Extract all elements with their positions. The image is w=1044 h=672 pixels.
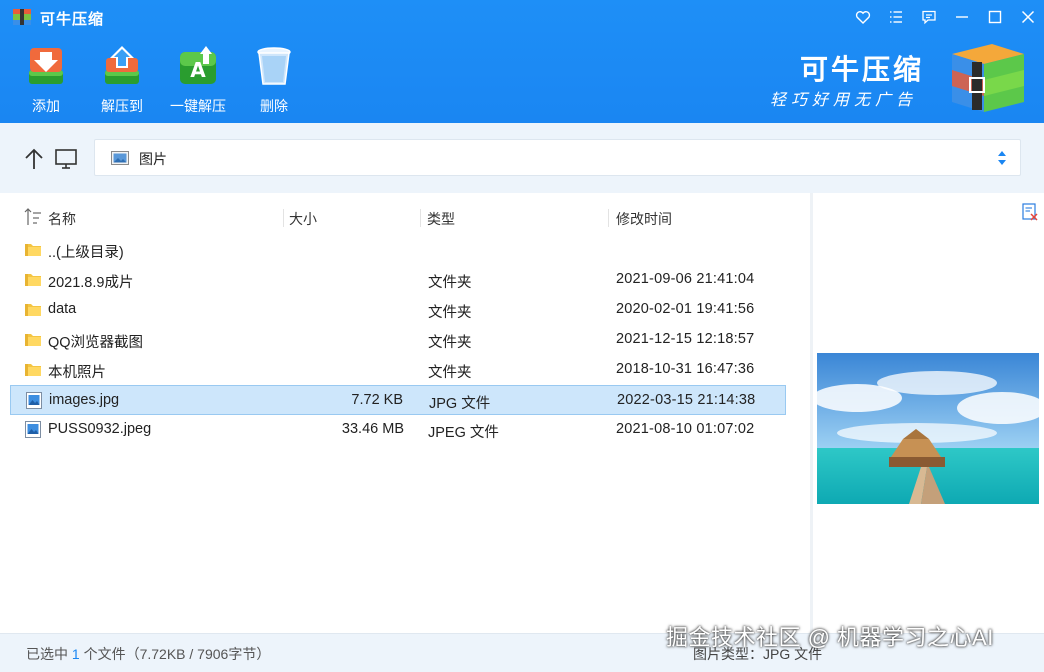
file-row[interactable]: PUSS0932.jpeg 33.46 MB JPEG 文件 2021-08-10 0… [10,415,786,445]
file-modified: 2021-09-06 21:41:04 [616,271,755,287]
minimize-button[interactable] [945,0,978,34]
file-size: 33.46 MB [341,421,404,437]
status-count: 1 [71,646,80,662]
sort-icon[interactable] [24,207,42,227]
column-header-name[interactable]: 名称 [48,209,76,229]
folder-icon [25,364,41,376]
file-type: 文件夹 [428,335,472,351]
address-path: 图片 [139,151,167,167]
file-row[interactable]: data 文件夹 2020-02-01 19:41:56 [10,295,786,325]
file-name: 2021.8.9成片 [48,275,134,291]
file-modified: 2021-12-15 12:18:57 [616,331,755,347]
file-type: 文件夹 [428,305,472,321]
status-prefix: 已选中 [26,646,68,662]
delete-label: 删除 [260,98,288,114]
column-separator[interactable] [283,209,284,227]
file-row[interactable]: images.jpg 7.72 KB JPG 文件 2022-03-15 21:14:… [10,385,786,415]
preview-image [817,353,1039,504]
file-name: QQ浏览器截图 [48,335,144,351]
app-logo-icon [13,9,31,25]
feedback-button[interactable] [912,0,945,34]
window-controls [846,0,1044,34]
file-name: PUSS0932.jpeg [48,421,152,437]
title-bar: 可牛压缩 [0,0,1044,34]
file-list: 名称 大小 类型 修改时间 ..(上级目录) 2021.8.9成片 文件夹 2021-… [0,193,810,633]
one-click-extract-button[interactable]: A 一键解压 [160,44,236,120]
file-modified: 2021-08-10 01:07:02 [616,421,755,437]
extract-to-label: 解压到 [101,98,143,114]
add-label: 添加 [32,98,60,114]
file-type: 文件夹 [428,275,472,291]
file-type: JPG 文件 [429,396,491,412]
folder-icon [25,274,41,286]
extract-to-icon [105,46,139,84]
one-click-extract-label: 一键解压 [170,98,226,114]
menu-button[interactable] [879,0,912,34]
brand-slogan: 轻巧好用无广告 [770,92,918,109]
heart-icon [855,11,870,24]
column-separator[interactable] [608,209,609,227]
folder-icon [25,334,41,346]
file-row[interactable]: QQ浏览器截图 文件夹 2021-12-15 12:18:57 [10,325,786,355]
brand-banner: 可牛压缩 轻巧好用无广告 [766,40,1036,120]
address-bar[interactable]: 图片 [94,139,1021,176]
brand-name: 可牛压缩 [800,54,925,85]
add-archive-icon [29,48,63,84]
file-name: 本机照片 [48,365,106,381]
close-icon [1021,10,1034,24]
delete-button[interactable]: 删除 [236,44,312,120]
minimize-icon [955,16,968,18]
one-click-extract-icon: A [180,46,216,84]
window-title: 可牛压缩 [40,11,105,28]
file-row[interactable]: 本机照片 文件夹 2018-10-31 16:47:36 [10,355,786,385]
navigation-bar: 图片 [0,123,1044,193]
file-modified: 2018-10-31 16:47:36 [616,361,755,377]
folder-icon [25,244,41,256]
list-icon [889,11,902,23]
image-file-icon [25,421,41,438]
file-modified: 2022-03-15 21:14:38 [617,392,756,408]
picture-folder-icon [111,151,129,165]
file-row[interactable]: 2021.8.9成片 文件夹 2021-09-06 21:41:04 [10,265,786,295]
toolbar: 添加 解压到 A 一键解压 删除 [8,44,312,120]
file-name: data [48,301,77,317]
computer-icon[interactable] [54,147,78,171]
favorite-button[interactable] [846,0,879,34]
folder-icon [25,304,41,316]
file-size: 7.72 KB [351,392,403,408]
image-file-icon [26,392,42,409]
extract-to-button[interactable]: 解压到 [84,44,160,120]
column-separator[interactable] [420,209,421,227]
column-header-size[interactable]: 大小 [289,209,317,229]
watermark-text: 掘金技术社区 @ 机器学习之心AI [666,625,994,650]
add-button[interactable]: 添加 [8,44,84,120]
selection-status: 已选中 1 个文件（7.72KB / 7906字节） [26,644,270,664]
status-suffix: 个文件（7.72KB / 7906字节） [83,646,271,662]
maximize-icon [988,10,1001,24]
column-header-modified[interactable]: 修改时间 [616,209,672,229]
column-header-type[interactable]: 类型 [427,209,455,229]
brand-logo-icon [952,44,1024,112]
feedback-icon [921,10,936,25]
preview-pane [813,193,1044,633]
file-row[interactable]: ..(上级目录) [10,235,786,265]
header-band: 可牛压缩 添加 解压到 A 一键解压 删除 可牛压缩 轻巧好用无广告 [0,0,1044,123]
file-modified: 2020-02-01 19:41:56 [616,301,755,317]
up-arrow-icon[interactable] [22,147,46,171]
file-name: images.jpg [49,392,120,408]
file-name: ..(上级目录) [48,245,124,261]
close-preview-icon[interactable] [1022,203,1038,221]
trash-icon [257,47,291,85]
sort-arrows-icon[interactable] [996,150,1008,166]
close-button[interactable] [1011,0,1044,34]
file-type: JPEG 文件 [428,425,499,441]
file-type: 文件夹 [428,365,472,381]
maximize-button[interactable] [978,0,1011,34]
